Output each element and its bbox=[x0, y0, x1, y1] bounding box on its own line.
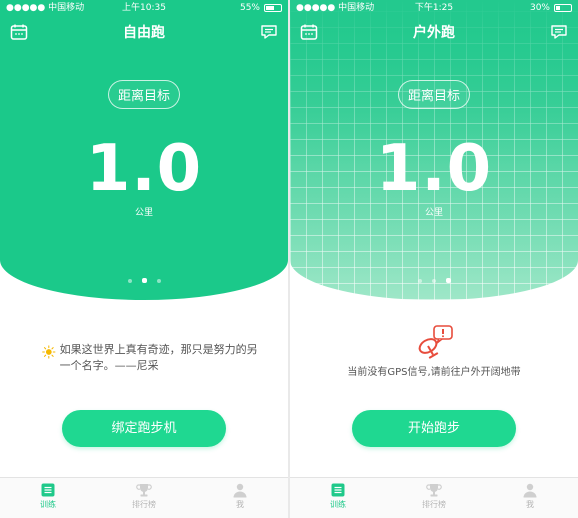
tab-me[interactable]: 我 bbox=[192, 478, 288, 518]
tab-bar: 训练 排行榜 我 bbox=[0, 477, 288, 518]
user-icon bbox=[233, 483, 247, 498]
page-dot-active[interactable] bbox=[141, 278, 147, 283]
sun-icon bbox=[42, 345, 56, 359]
battery-percent: 55% bbox=[239, 3, 260, 13]
battery-icon bbox=[264, 4, 282, 12]
nav-bar: 自由跑 bbox=[0, 20, 288, 44]
tab-ranking[interactable]: 排行榜 bbox=[96, 478, 192, 518]
hero-panel: ●●●●● 中国移动 上午10:35 55% 自由跑 距离目标 1.0 公里 bbox=[0, 0, 288, 300]
tab-me[interactable]: 我 bbox=[482, 478, 578, 518]
page-dot[interactable] bbox=[417, 278, 422, 283]
satellite-alert-icon bbox=[418, 325, 453, 359]
app-comparison: ●●●●● 中国移动 上午10:35 55% 自由跑 距离目标 1.0 公里 如… bbox=[0, 0, 578, 518]
page-dot-active[interactable] bbox=[445, 278, 451, 283]
status-bar: ●●●●● 中国移动 下午1:25 30% bbox=[290, 0, 578, 16]
tab-label: 训练 bbox=[40, 500, 56, 509]
page-indicator bbox=[0, 270, 288, 289]
train-icon bbox=[41, 483, 55, 497]
page-dot[interactable] bbox=[127, 278, 132, 283]
status-right: 30% bbox=[530, 0, 572, 16]
distance-value: 1.0 bbox=[375, 132, 493, 206]
gps-message: 当前没有GPS信号,请前往户外开阔地带 bbox=[347, 367, 521, 378]
hero-panel-map: ●●●●● 中国移动 下午1:25 30% 户外跑 距离目标 1.0 公里 bbox=[290, 0, 578, 300]
distance-value: 1.0 bbox=[85, 132, 203, 206]
page-indicator bbox=[290, 270, 578, 289]
message-icon[interactable] bbox=[550, 23, 568, 41]
bind-treadmill-button[interactable]: 绑定跑步机 bbox=[62, 410, 226, 447]
tab-label: 排行榜 bbox=[422, 500, 446, 509]
message-icon[interactable] bbox=[260, 23, 278, 41]
page-dot[interactable] bbox=[156, 278, 161, 283]
tab-label: 我 bbox=[236, 500, 244, 509]
outdoor-run-screen: ●●●●● 中国移动 下午1:25 30% 户外跑 距离目标 1.0 公里 当前… bbox=[290, 0, 578, 518]
nav-bar: 户外跑 bbox=[290, 20, 578, 44]
tab-training[interactable]: 训练 bbox=[0, 478, 96, 518]
tab-bar: 训练 排行榜 我 bbox=[290, 477, 578, 518]
start-run-button[interactable]: 开始跑步 bbox=[352, 410, 516, 447]
trophy-icon bbox=[136, 484, 152, 497]
battery-percent: 30% bbox=[529, 3, 550, 13]
page-title: 自由跑 bbox=[123, 25, 165, 41]
quote-text: 如果这世界上真有奇迹，那只是努力的另一个名字。——尼采 bbox=[59, 343, 258, 372]
distance-unit: 公里 bbox=[134, 208, 153, 218]
gps-status bbox=[290, 324, 578, 364]
battery-fill bbox=[266, 6, 274, 10]
page-dot[interactable] bbox=[431, 278, 436, 283]
tab-ranking[interactable]: 排行榜 bbox=[386, 478, 482, 518]
tab-training[interactable]: 训练 bbox=[290, 478, 386, 518]
battery-fill bbox=[556, 6, 560, 10]
trophy-icon bbox=[426, 484, 442, 497]
status-right: 55% bbox=[240, 0, 282, 16]
distance-goal-button[interactable]: 距离目标 bbox=[397, 80, 471, 109]
distance-goal-button[interactable]: 距离目标 bbox=[107, 80, 181, 109]
page-title: 户外跑 bbox=[413, 25, 455, 41]
tab-label: 我 bbox=[526, 500, 534, 509]
free-run-screen: ●●●●● 中国移动 上午10:35 55% 自由跑 距离目标 1.0 公里 如… bbox=[0, 0, 288, 518]
tab-label: 训练 bbox=[330, 500, 346, 509]
battery-icon bbox=[554, 4, 572, 12]
train-icon bbox=[331, 483, 345, 497]
status-bar: ●●●●● 中国移动 上午10:35 55% bbox=[0, 0, 288, 16]
tab-label: 排行榜 bbox=[132, 500, 156, 509]
distance-unit: 公里 bbox=[424, 208, 443, 218]
motivation-quote: 如果这世界上真有奇迹，那只是努力的另一个名字。——尼采 bbox=[42, 342, 262, 374]
user-icon bbox=[523, 483, 537, 498]
